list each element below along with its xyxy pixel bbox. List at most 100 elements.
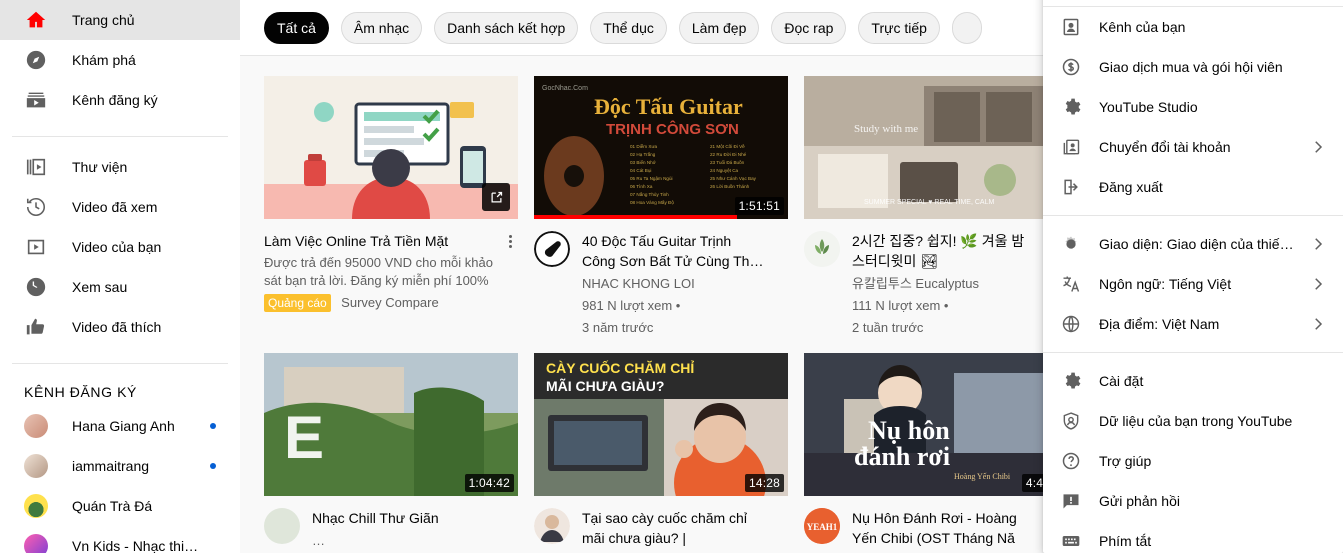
chip-fitness[interactable]: Thể dục: [590, 11, 667, 44]
svg-text:01 Diễm Xưa: 01 Diễm Xưa: [630, 143, 658, 149]
menu-item-appearance[interactable]: Giao diện: Giao diện của thiế…: [1043, 224, 1343, 264]
video-card-ad[interactable]: Làm Việc Online Trả Tiền Mặt Được trả đế…: [264, 76, 518, 337]
external-link-icon[interactable]: [482, 183, 510, 211]
avatar: [24, 534, 48, 553]
menu-item-sign-out[interactable]: Đăng xuất: [1043, 167, 1343, 207]
svg-text:21 Một Cõi Đi Về: 21 Một Cõi Đi Về: [710, 144, 745, 149]
sign-out-icon: [1059, 175, 1083, 199]
menu-item-purchases[interactable]: Giao dịch mua và gói hội viên: [1043, 47, 1343, 87]
sidebar-subscription-quan-tra-da[interactable]: Quán Trà Đá: [0, 486, 240, 526]
home-icon: [24, 8, 48, 32]
video-title[interactable]: Nhạc Chill Thư Giãn: [312, 508, 498, 528]
thumbs-up-icon: [24, 315, 48, 339]
advertiser-name: Survey Compare: [341, 295, 439, 310]
channel-avatar[interactable]: [804, 231, 840, 267]
chip-beauty[interactable]: Làm đẹp: [678, 11, 760, 44]
video-title[interactable]: Làm Việc Online Trả Tiền Mặt: [264, 231, 498, 251]
chip-more[interactable]: [951, 11, 982, 44]
ad-description: Được trả đến 95000 VND cho mỗi khảo sát …: [264, 255, 493, 288]
sidebar-item-history[interactable]: Video đã xem: [0, 187, 240, 227]
help-circle-icon: [1059, 449, 1083, 473]
video-card-nu-hon-danh-roi[interactable]: Nụ hôn đánh rơi Hoàng Yến Chibi 4:48 YEA…: [804, 353, 1058, 550]
more-options-icon[interactable]: [502, 231, 518, 251]
sidebar-item-label: Video của bạn: [72, 239, 162, 255]
menu-divider-2: [1043, 352, 1343, 353]
upload-age: 2 tuần trước: [852, 320, 924, 335]
menu-item-your-channel[interactable]: Kênh của bạn: [1043, 7, 1343, 47]
settings-gear-icon: [1059, 369, 1083, 393]
sidebar-subscription-hana-giang-anh[interactable]: Hana Giang Anh: [0, 406, 240, 446]
video-text-column: Làm Việc Online Trả Tiền Mặt Được trả đế…: [264, 231, 518, 312]
svg-text:Study with me: Study with me: [854, 123, 918, 135]
menu-item-keyboard-shortcuts[interactable]: Phím tắt: [1043, 521, 1343, 553]
menu-item-settings[interactable]: Cài đặt: [1043, 361, 1343, 401]
chip-music[interactable]: Âm nhạc: [340, 11, 423, 44]
menu-item-youtube-studio[interactable]: YouTube Studio: [1043, 87, 1343, 127]
sidebar-subscription-vn-kids[interactable]: Vn Kids - Nhạc thiếu …: [0, 526, 240, 553]
sidebar-item-liked-videos[interactable]: Video đã thích: [0, 307, 240, 347]
sidebar-item-watch-later[interactable]: Xem sau: [0, 267, 240, 307]
thumbnail[interactable]: [264, 76, 518, 219]
avatar: [24, 494, 48, 518]
chip-all[interactable]: Tất cả: [264, 11, 329, 44]
svg-text:03 Biển Nhớ: 03 Biển Nhớ: [630, 159, 656, 165]
video-meta: Làm Việc Online Trả Tiền Mặt Được trả đế…: [264, 219, 518, 312]
account-menu-group-2: Giao diện: Giao diện của thiế… Ngôn ngữ:…: [1043, 224, 1343, 344]
chip-live[interactable]: Trực tiếp: [858, 11, 940, 44]
svg-text:02 Hạ Trắng: 02 Hạ Trắng: [630, 151, 656, 157]
thumbnail[interactable]: E 1:04:42: [264, 353, 518, 496]
chip-mixes[interactable]: Danh sách kết hợp: [434, 11, 579, 44]
svg-text:Nụ hôn: Nụ hôn: [868, 416, 950, 445]
chip-rap[interactable]: Đọc rap: [771, 11, 847, 44]
sidebar-library-section: Thư viện Video đã xem Video của bạn Xem …: [0, 147, 240, 357]
video-text-column: Nụ Hôn Đánh Rơi - Hoàng Yến Chibi (OST T…: [852, 508, 1058, 548]
video-card-why-not-rich[interactable]: CÀY CUỐC CHĂM CHỈ MÃI CHƯA GIÀU? 14:28 T…: [534, 353, 788, 550]
video-card-study[interactable]: Study with me SUMMER SPECIAL ♥ REAL TIME…: [804, 76, 1058, 337]
svg-text:22 Ru Đời Đi Nhé: 22 Ru Đời Đi Nhé: [710, 152, 747, 157]
video-meta: Nhạc Chill Thư Giãn …: [264, 496, 518, 550]
channel-avatar[interactable]: [534, 508, 570, 544]
sidebar-item-your-videos[interactable]: Video của bạn: [0, 227, 240, 267]
menu-item-label: Phím tắt: [1099, 533, 1152, 549]
thumbnail[interactable]: Nụ hôn đánh rơi Hoàng Yến Chibi 4:48: [804, 353, 1058, 496]
svg-text:05 Ru Ta Ngậm Ngùi: 05 Ru Ta Ngậm Ngùi: [630, 176, 673, 181]
your-videos-icon: [24, 235, 48, 259]
menu-item-switch-account[interactable]: Chuyển đổi tài khoản: [1043, 127, 1343, 167]
history-icon: [24, 195, 48, 219]
video-card-guitar[interactable]: GocNhac.Com Độc Tấu Guitar TRỊNH CÔNG SƠ…: [534, 76, 788, 337]
sidebar-item-explore[interactable]: Khám phá: [0, 40, 240, 80]
account-dropdown-menu[interactable]: Quản lý Tài khoản Google của … Kênh của …: [1043, 0, 1343, 553]
channel-avatar[interactable]: [264, 508, 300, 544]
video-title[interactable]: Tại sao cày cuốc chăm chỉ mãi chưa giàu?…: [582, 508, 768, 548]
menu-item-help[interactable]: Trợ giúp: [1043, 441, 1343, 481]
sidebar-subscription-iammaitrang[interactable]: iammaitrang: [0, 446, 240, 486]
account-menu-group-1: Kênh của bạn Giao dịch mua và gói hội vi…: [1043, 7, 1343, 207]
svg-text:TRỊNH CÔNG SƠN: TRỊNH CÔNG SƠN: [606, 120, 739, 138]
channel-name[interactable]: 유칼립투스 Eucalyptus: [852, 275, 1038, 293]
sidebar-item-library[interactable]: Thư viện: [0, 147, 240, 187]
menu-item-your-data[interactable]: Dữ liệu của bạn trong YouTube: [1043, 401, 1343, 441]
video-card-chill[interactable]: E 1:04:42 Nhạc Chill Thư Giãn …: [264, 353, 518, 550]
sidebar-item-label: Khám phá: [72, 52, 136, 68]
video-title[interactable]: 40 Độc Tấu Guitar Trịnh Công Sơn Bất Tử …: [582, 231, 768, 271]
sidebar-item-label: Video đã thích: [72, 319, 162, 335]
channel-name[interactable]: …: [312, 532, 498, 550]
menu-item-language[interactable]: Ngôn ngữ: Tiếng Việt: [1043, 264, 1343, 304]
svg-text:Độc Tấu Guitar: Độc Tấu Guitar: [594, 94, 743, 119]
channel-avatar[interactable]: YEAH1: [804, 508, 840, 544]
thumbnail[interactable]: GocNhac.Com Độc Tấu Guitar TRỊNH CÔNG SƠ…: [534, 76, 788, 219]
sidebar-item-subscriptions[interactable]: Kênh đăng ký: [0, 80, 240, 120]
video-title[interactable]: 2시간 집중? 쉽지! 🌿 겨울 밤 스터디윗미 🏞: [852, 231, 1038, 271]
translate-icon: [1059, 272, 1083, 296]
new-content-dot: [210, 463, 216, 469]
video-title[interactable]: Nụ Hôn Đánh Rơi - Hoàng Yến Chibi (OST T…: [852, 508, 1038, 548]
channel-avatar[interactable]: [534, 231, 570, 267]
menu-item-send-feedback[interactable]: Gửi phản hồi: [1043, 481, 1343, 521]
thumbnail[interactable]: Study with me SUMMER SPECIAL ♥ REAL TIME…: [804, 76, 1058, 219]
menu-item-location[interactable]: Địa điểm: Việt Nam: [1043, 304, 1343, 344]
channel-name[interactable]: NHAC KHONG LOI: [582, 275, 768, 293]
thumbnail[interactable]: CÀY CUỐC CHĂM CHỈ MÃI CHƯA GIÀU? 14:28: [534, 353, 788, 496]
video-meta: YEAH1 Nụ Hôn Đánh Rơi - Hoàng Yến Chibi …: [804, 496, 1058, 548]
sidebar-item-home[interactable]: Trang chủ: [0, 0, 240, 40]
subscription-label: Hana Giang Anh: [72, 418, 175, 434]
